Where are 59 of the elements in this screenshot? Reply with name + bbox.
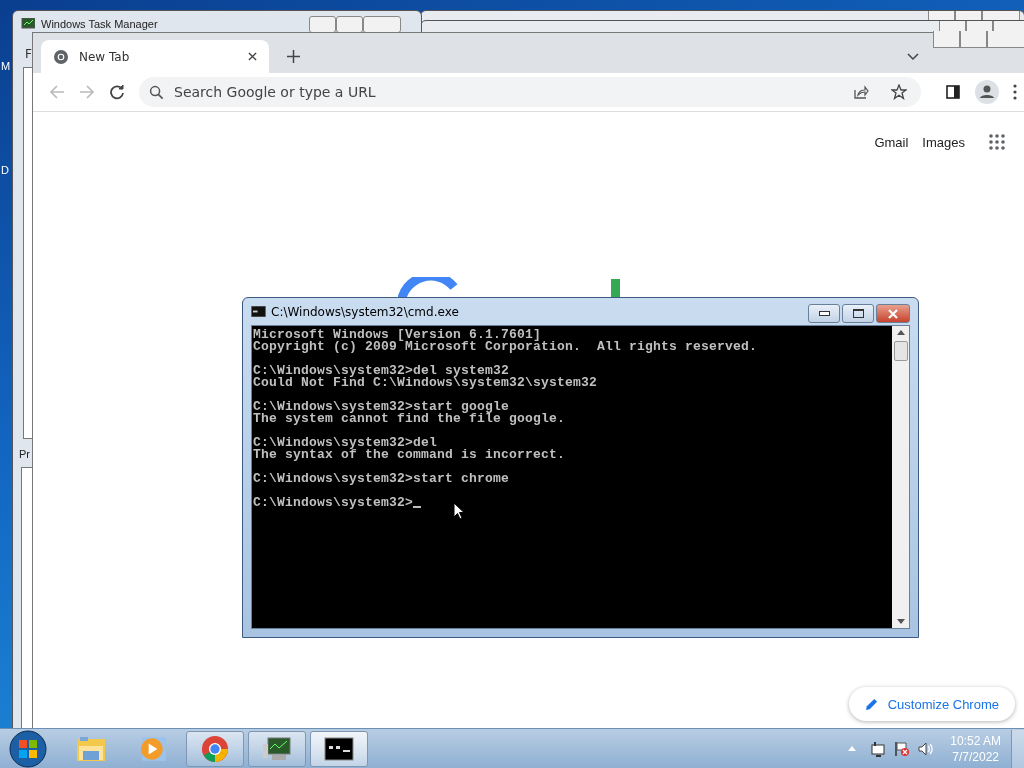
minimize-button[interactable] xyxy=(808,304,840,323)
taskbar-button[interactable] xyxy=(248,730,306,767)
console-line: C:\Windows\system32> xyxy=(253,497,414,509)
up-arrow-icon[interactable] xyxy=(896,330,905,335)
maximize-button[interactable] xyxy=(842,304,874,323)
play-icon xyxy=(138,734,168,763)
scrollbar[interactable] xyxy=(892,326,909,628)
reload-icon[interactable] xyxy=(109,84,125,100)
header-link[interactable]: Gmail xyxy=(874,134,909,150)
close-button[interactable] xyxy=(987,31,1024,48)
console-line: C:\Windows\system32>start google xyxy=(253,401,510,413)
address-field[interactable]: Search Google or type a URL xyxy=(172,83,831,101)
share-icon[interactable] xyxy=(853,84,869,100)
chevron-down-icon[interactable] xyxy=(907,53,919,61)
address-bar[interactable]: Search Google or type a URL xyxy=(139,77,921,107)
menu-item[interactable]: F xyxy=(25,47,32,61)
star-icon[interactable] xyxy=(891,84,907,100)
volume-icon[interactable] xyxy=(918,740,935,757)
apps-grid-icon[interactable] xyxy=(989,134,1005,150)
menu-icon[interactable] xyxy=(1013,84,1017,100)
chrome-logo-icon xyxy=(53,48,69,65)
scroll-thumb[interactable] xyxy=(893,341,908,361)
console-line: The system cannot find the file google. xyxy=(253,413,566,425)
monitor-icon xyxy=(262,734,292,763)
taskbar-button[interactable] xyxy=(310,730,368,767)
window-title: C:\Windows\system32\cmd.exe xyxy=(271,304,459,319)
console-line: C:\Windows\system32>del system32 xyxy=(253,365,510,377)
close-icon[interactable] xyxy=(248,52,257,61)
mouse-pointer-icon xyxy=(453,502,465,520)
monitor-icon xyxy=(21,18,35,30)
console-line: Could Not Find C:\Windows\system32\system32 xyxy=(253,377,598,389)
start-button[interactable] xyxy=(8,728,48,768)
chrome-logo-icon xyxy=(200,734,230,763)
close-button[interactable] xyxy=(876,304,910,323)
console-icon xyxy=(251,306,266,317)
folder-icon xyxy=(76,734,106,763)
search-icon xyxy=(149,84,164,100)
console-line: C:\Windows\system32>start chrome xyxy=(253,473,510,485)
console-line: The syntax of the command is incorrect. xyxy=(253,449,566,461)
browser-tab[interactable]: New Tab xyxy=(41,40,269,73)
tab[interactable]: Pr xyxy=(19,447,30,461)
avatar-icon[interactable] xyxy=(975,80,999,104)
side-panel-icon[interactable] xyxy=(945,84,961,100)
desktop-icon-label[interactable]: M xyxy=(1,60,11,72)
network-icon[interactable] xyxy=(870,740,887,757)
window-title: Windows Task Manager xyxy=(41,17,158,31)
new-tab-icon[interactable] xyxy=(287,50,300,63)
console-icon xyxy=(324,734,354,763)
console-line: Microsoft Windows [Version 6.1.7601] xyxy=(253,329,542,341)
text-cursor xyxy=(413,506,422,508)
close-icon xyxy=(888,308,898,319)
console-line: C:\Windows\system32>del xyxy=(253,437,438,449)
console-line: Copyright (c) 2009 Microsoft Corporation. All rights reserved. xyxy=(253,341,758,353)
customize-chrome-button[interactable]: Customize Chrome xyxy=(848,687,1015,721)
flag-icon[interactable] xyxy=(894,740,911,757)
desktop-icon-label[interactable]: D xyxy=(1,164,9,176)
header-link[interactable]: Images xyxy=(922,134,965,150)
pencil-icon xyxy=(864,697,878,711)
down-arrow-icon[interactable] xyxy=(896,619,905,624)
